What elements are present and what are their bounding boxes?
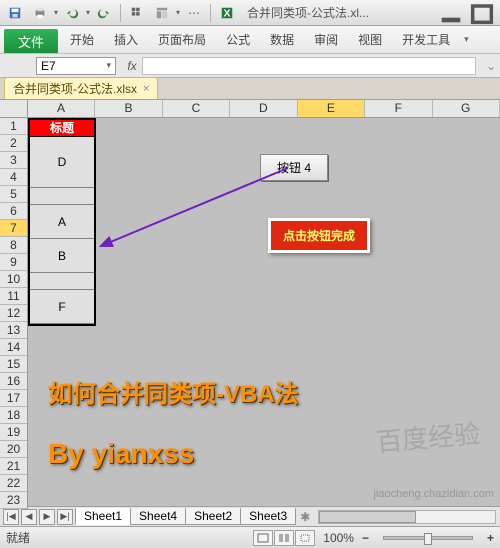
tab-pagelayout[interactable]: 页面布局 [148,26,216,53]
sheet-nav-0[interactable]: |◀ [3,509,19,525]
svg-text:X: X [224,7,231,19]
sheet-nav-3[interactable]: ▶| [57,509,73,525]
minimize-button[interactable] [437,4,465,22]
document-tab[interactable]: 合并同类项-公式法.xlsx × [4,77,158,99]
view-normal-icon[interactable] [253,530,273,546]
watermark: 百度经验 [375,414,482,460]
row-header-19[interactable]: 19 [0,424,27,441]
cell-A-merged-4[interactable] [30,273,94,290]
tab-formulas[interactable]: 公式 [216,26,260,53]
fx-icon[interactable]: fx [122,59,142,73]
row-header-22[interactable]: 22 [0,475,27,492]
row-header-18[interactable]: 18 [0,407,27,424]
save-icon[interactable] [4,3,26,23]
row-header-1[interactable]: 1 [0,118,27,135]
tab-data[interactable]: 数据 [260,26,304,53]
window-title: 合并同类项-公式法.xl... [247,4,434,21]
row-header-6[interactable]: 6 [0,203,27,220]
row-header-21[interactable]: 21 [0,458,27,475]
document-tab-well: 合并同类项-公式法.xlsx × [0,78,500,100]
view-pagelayout-icon[interactable] [274,530,294,546]
cell-A-merged-1[interactable] [30,188,94,205]
formula-input[interactable] [142,57,476,75]
row-header-14[interactable]: 14 [0,339,27,356]
excel-icon: X [216,3,238,23]
col-header-G[interactable]: G [433,100,500,117]
horizontal-scrollbar[interactable] [318,510,496,524]
worksheet-grid[interactable]: ABCDEFG 12345678910111213141516171819202… [0,100,500,506]
row-header-5[interactable]: 5 [0,186,27,203]
close-icon[interactable]: × [143,83,149,95]
grid-icon[interactable] [126,3,148,23]
cell-A-merged-5[interactable]: F [30,290,94,324]
file-tab[interactable]: 文件 [4,29,58,53]
col-header-A[interactable]: A [28,100,95,117]
select-all-corner[interactable] [0,100,28,117]
macro-button-4[interactable]: 按钮 4 [260,154,328,181]
tab-review[interactable]: 审阅 [304,26,348,53]
cell-A-merged-2[interactable]: A [30,205,94,239]
name-box[interactable]: E7▾ [6,57,116,75]
overlay-text-1: 如何合并同类项-VBA法 [48,374,299,409]
redo-icon[interactable] [93,3,115,23]
sheet-tab-Sheet1[interactable]: Sheet1 [75,508,131,525]
quickprint-icon[interactable] [29,3,51,23]
tab-home[interactable]: 开始 [60,26,104,53]
row-header-7[interactable]: 7 [0,220,27,237]
col-header-F[interactable]: F [365,100,432,117]
zoom-out-icon[interactable]: − [362,531,369,545]
tab-view[interactable]: 视图 [348,26,392,53]
row-header-11[interactable]: 11 [0,288,27,305]
row-header-4[interactable]: 4 [0,169,27,186]
row-header-17[interactable]: 17 [0,390,27,407]
watermark-url: jiaocheng.chazidian.com [374,488,494,500]
undo-icon[interactable] [61,3,83,23]
sheet-nav-1[interactable]: ◀ [21,509,37,525]
col-header-B[interactable]: B [95,100,162,117]
row-header-9[interactable]: 9 [0,254,27,271]
status-bar: 就绪 100% − + [0,526,500,548]
zoom-in-icon[interactable]: + [487,531,494,545]
zoom-slider[interactable] [383,536,473,540]
overlay-text-2: By yianxss [48,438,194,470]
restore-button[interactable] [468,4,496,22]
col-header-E[interactable]: E [298,100,365,117]
row-header-10[interactable]: 10 [0,271,27,288]
title-bar: ▾ ▾ ▾ ⋯ X 合并同类项-公式法.xl... [0,0,500,26]
row-header-12[interactable]: 12 [0,305,27,322]
col-header-C[interactable]: C [163,100,230,117]
formula-bar: E7▾ fx ⌄ [0,54,500,78]
view-pagebreak-icon[interactable] [295,530,315,546]
layout-icon[interactable] [151,3,173,23]
row-header-23[interactable]: 23 [0,492,27,509]
sheet-tab-Sheet3[interactable]: Sheet3 [240,508,296,525]
zoom-level[interactable]: 100% [323,531,354,545]
overflow-icon[interactable]: ⋯ [183,3,205,23]
status-ready: 就绪 [6,529,30,546]
row-header-3[interactable]: 3 [0,152,27,169]
cell-A-merged-3[interactable]: B [30,239,94,273]
ribbon-dd[interactable]: ▾ [464,34,469,45]
col-header-D[interactable]: D [230,100,297,117]
cell-A1-header[interactable]: 标题 [30,120,94,137]
new-sheet-icon[interactable]: ✱ [300,510,310,524]
cell-A-merged-0[interactable]: D [30,137,94,188]
tab-insert[interactable]: 插入 [104,26,148,53]
sheet-tab-Sheet4[interactable]: Sheet4 [130,508,186,525]
row-header-13[interactable]: 13 [0,322,27,339]
sheet-nav-2[interactable]: ▶ [39,509,55,525]
row-header-20[interactable]: 20 [0,441,27,458]
expand-formula-icon[interactable]: ⌄ [482,59,500,73]
row-header-15[interactable]: 15 [0,356,27,373]
callout-box: 点击按钮完成 [268,218,370,253]
row-header-16[interactable]: 16 [0,373,27,390]
row-header-2[interactable]: 2 [0,135,27,152]
row-header-8[interactable]: 8 [0,237,27,254]
ribbon: 文件 开始 插入 页面布局 公式 数据 审阅 视图 开发工具 ▾ [0,26,500,54]
sheet-tab-Sheet2[interactable]: Sheet2 [185,508,241,525]
sheet-tab-bar: |◀◀▶▶| Sheet1Sheet4Sheet2Sheet3 ✱ [0,506,500,526]
tab-devtools[interactable]: 开发工具 [392,26,460,53]
